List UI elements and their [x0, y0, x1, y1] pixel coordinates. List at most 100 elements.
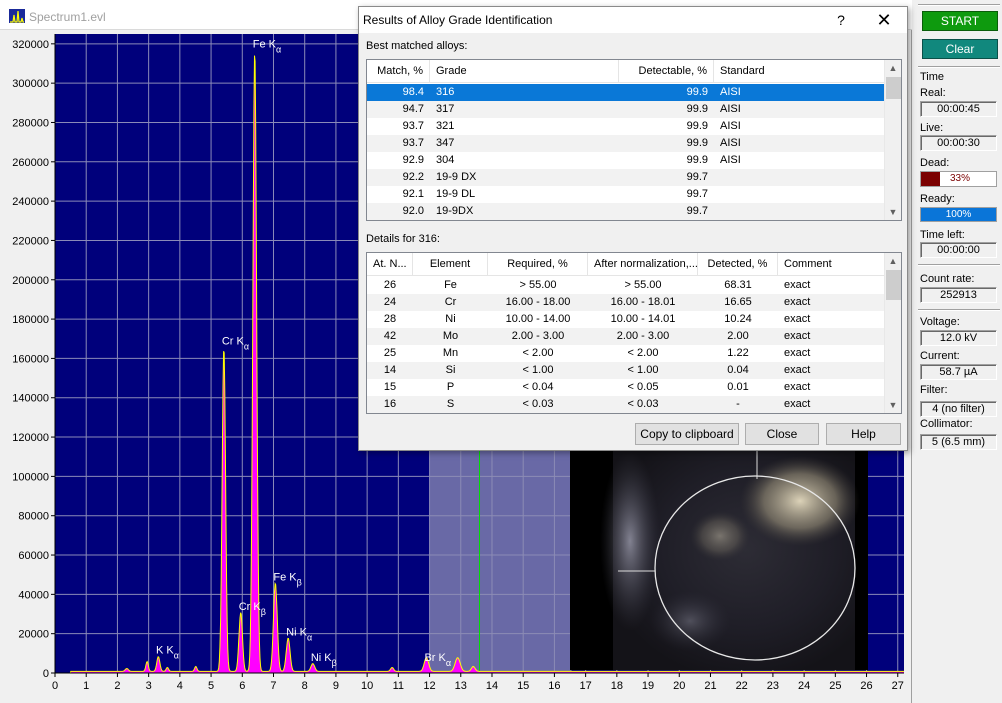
table-row[interactable]: 93.7 321 99.9 AISI [367, 118, 885, 135]
table-row[interactable]: 15 P < 0.04 < 0.05 0.01 exact [367, 379, 885, 396]
detectable-cell: 99.7 [686, 205, 708, 217]
column-header-required[interactable]: Required, % [488, 253, 588, 276]
atomic-number-cell: 42 [383, 330, 397, 342]
table-row[interactable]: 94.7 317 99.9 AISI [367, 101, 885, 118]
comment-cell: exact [784, 279, 811, 291]
best-table-scrollbar[interactable]: ▲ ▼ [884, 60, 901, 220]
table-header: At. N... Element Required, % After norma… [367, 253, 885, 276]
close-icon[interactable]: ✕ [866, 8, 902, 32]
normalized-cell: 2.00 - 3.00 [616, 330, 670, 342]
dialog-title-bar[interactable]: Results of Alloy Grade Identification ? … [359, 7, 907, 33]
best-matched-table[interactable]: Match, % Grade Detectable, % Standard 98… [366, 59, 902, 221]
table-row[interactable]: 24 Cr 16.00 - 18.00 16.00 - 18.01 16.65 exact [367, 294, 885, 311]
normalized-cell: < 0.03 [627, 398, 659, 410]
required-cell: < 2.00 [522, 347, 554, 359]
details-table-scrollbar[interactable]: ▲ ▼ [884, 253, 901, 413]
scroll-down-icon[interactable]: ▼ [885, 397, 901, 413]
count-rate-label: Count rate: [920, 273, 975, 285]
column-header-after-normalization[interactable]: After normalization,... [588, 253, 698, 276]
table-row[interactable]: 92.1 19-9 DL 99.7 [367, 186, 885, 203]
collimator-label: Collimator: [920, 418, 973, 430]
required-cell: < 1.00 [522, 364, 554, 376]
y-tick-label: 80000 [18, 511, 49, 523]
atomic-number-cell: 15 [383, 381, 397, 393]
table-row[interactable]: 25 Mn < 2.00 < 2.00 1.22 exact [367, 345, 885, 362]
help-icon[interactable]: ? [829, 10, 853, 30]
table-row[interactable]: 14 Si < 1.00 < 1.00 0.04 exact [367, 362, 885, 379]
real-time-value: 00:00:45 [920, 101, 997, 117]
element-cell: Mo [442, 330, 459, 342]
help-button[interactable]: Help [826, 423, 901, 445]
table-row[interactable]: 16 S < 0.03 < 0.03 - exact [367, 396, 885, 413]
table-row[interactable]: 28 Ni 10.00 - 14.00 10.00 - 14.01 10.24 exact [367, 311, 885, 328]
detected-cell: 1.22 [727, 347, 749, 359]
start-button[interactable]: START [922, 11, 998, 31]
scroll-thumb[interactable] [886, 77, 901, 99]
table-row[interactable]: 26 Fe > 55.00 > 55.00 68.31 exact [367, 277, 885, 294]
table-row[interactable]: 92.9 304 99.9 AISI [367, 152, 885, 169]
column-header-element[interactable]: Element [413, 253, 488, 276]
copy-to-clipboard-button[interactable]: Copy to clipboard [635, 423, 739, 445]
alloy-grade-dialog: Results of Alloy Grade Identification ? … [358, 6, 908, 451]
time-left-label: Time left: [920, 229, 965, 241]
standard-cell [714, 186, 885, 203]
scroll-up-icon[interactable]: ▲ [885, 253, 901, 269]
standard-cell: AISI [720, 154, 741, 166]
detectable-cell: 99.9 [686, 120, 708, 132]
match-cell: 93.7 [402, 137, 424, 149]
filter-label: Filter: [920, 384, 948, 396]
detectable-cell: 99.7 [686, 171, 708, 183]
scroll-down-icon[interactable]: ▼ [885, 204, 901, 220]
column-header-detectable[interactable]: Detectable, % [619, 60, 714, 83]
clear-button[interactable]: Clear [922, 39, 998, 59]
current-label: Current: [920, 350, 960, 362]
scroll-thumb[interactable] [886, 270, 901, 300]
x-tick-label: 16 [548, 680, 560, 692]
column-header-grade[interactable]: Grade [430, 60, 619, 83]
y-tick-label: 100000 [12, 471, 49, 483]
y-tick-label: 180000 [12, 314, 49, 326]
comment-cell: exact [784, 347, 811, 359]
real-time-label: Real: [920, 87, 946, 99]
close-button[interactable]: Close [745, 423, 819, 445]
normalized-cell: 16.00 - 18.01 [610, 296, 676, 308]
x-tick-label: 10 [361, 680, 373, 692]
column-header-match[interactable]: Match, % [367, 60, 430, 83]
detected-cell: 68.31 [724, 279, 752, 291]
atomic-number-cell: 28 [383, 313, 397, 325]
column-header-atomic-number[interactable]: At. N... [367, 253, 413, 276]
table-row[interactable]: 42 Mo 2.00 - 3.00 2.00 - 3.00 2.00 exact [367, 328, 885, 345]
required-cell: 2.00 - 3.00 [511, 330, 565, 342]
live-time-value: 00:00:30 [920, 135, 997, 151]
detected-cell: 16.65 [724, 296, 752, 308]
table-row[interactable]: 93.7 347 99.9 AISI [367, 135, 885, 152]
voltage-label: Voltage: [920, 316, 960, 328]
comment-cell: exact [784, 381, 811, 393]
table-row[interactable]: 98.4 316 99.9 AISI [367, 84, 885, 101]
standard-cell [714, 203, 885, 220]
atomic-number-cell: 25 [383, 347, 397, 359]
live-time-label: Live: [920, 122, 944, 134]
comment-cell: exact [784, 296, 811, 308]
voltage-value: 12.0 kV [920, 330, 997, 346]
x-tick-label: 2 [114, 680, 120, 692]
match-cell: 92.9 [402, 154, 424, 166]
ready-progress-bar: 100% [920, 207, 997, 222]
match-cell: 94.7 [402, 103, 424, 115]
y-tick-label: 20000 [18, 629, 49, 641]
column-header-detected[interactable]: Detected, % [698, 253, 778, 276]
details-table[interactable]: At. N... Element Required, % After norma… [366, 252, 902, 414]
x-tick-label: 19 [642, 680, 654, 692]
atomic-number-cell: 14 [383, 364, 397, 376]
column-header-standard[interactable]: Standard [714, 60, 885, 83]
comment-cell: exact [784, 313, 811, 325]
table-row[interactable]: 92.2 19-9 DX 99.7 [367, 169, 885, 186]
standard-cell: AISI [720, 137, 741, 149]
element-cell: Mn [442, 347, 459, 359]
x-tick-label: 0 [52, 680, 58, 692]
grade-cell: 321 [436, 120, 455, 132]
column-header-comment[interactable]: Comment [778, 253, 885, 276]
y-tick-label: 0 [43, 668, 49, 680]
scroll-up-icon[interactable]: ▲ [885, 60, 901, 76]
table-row[interactable]: 92.0 19-9DX 99.7 [367, 203, 885, 220]
